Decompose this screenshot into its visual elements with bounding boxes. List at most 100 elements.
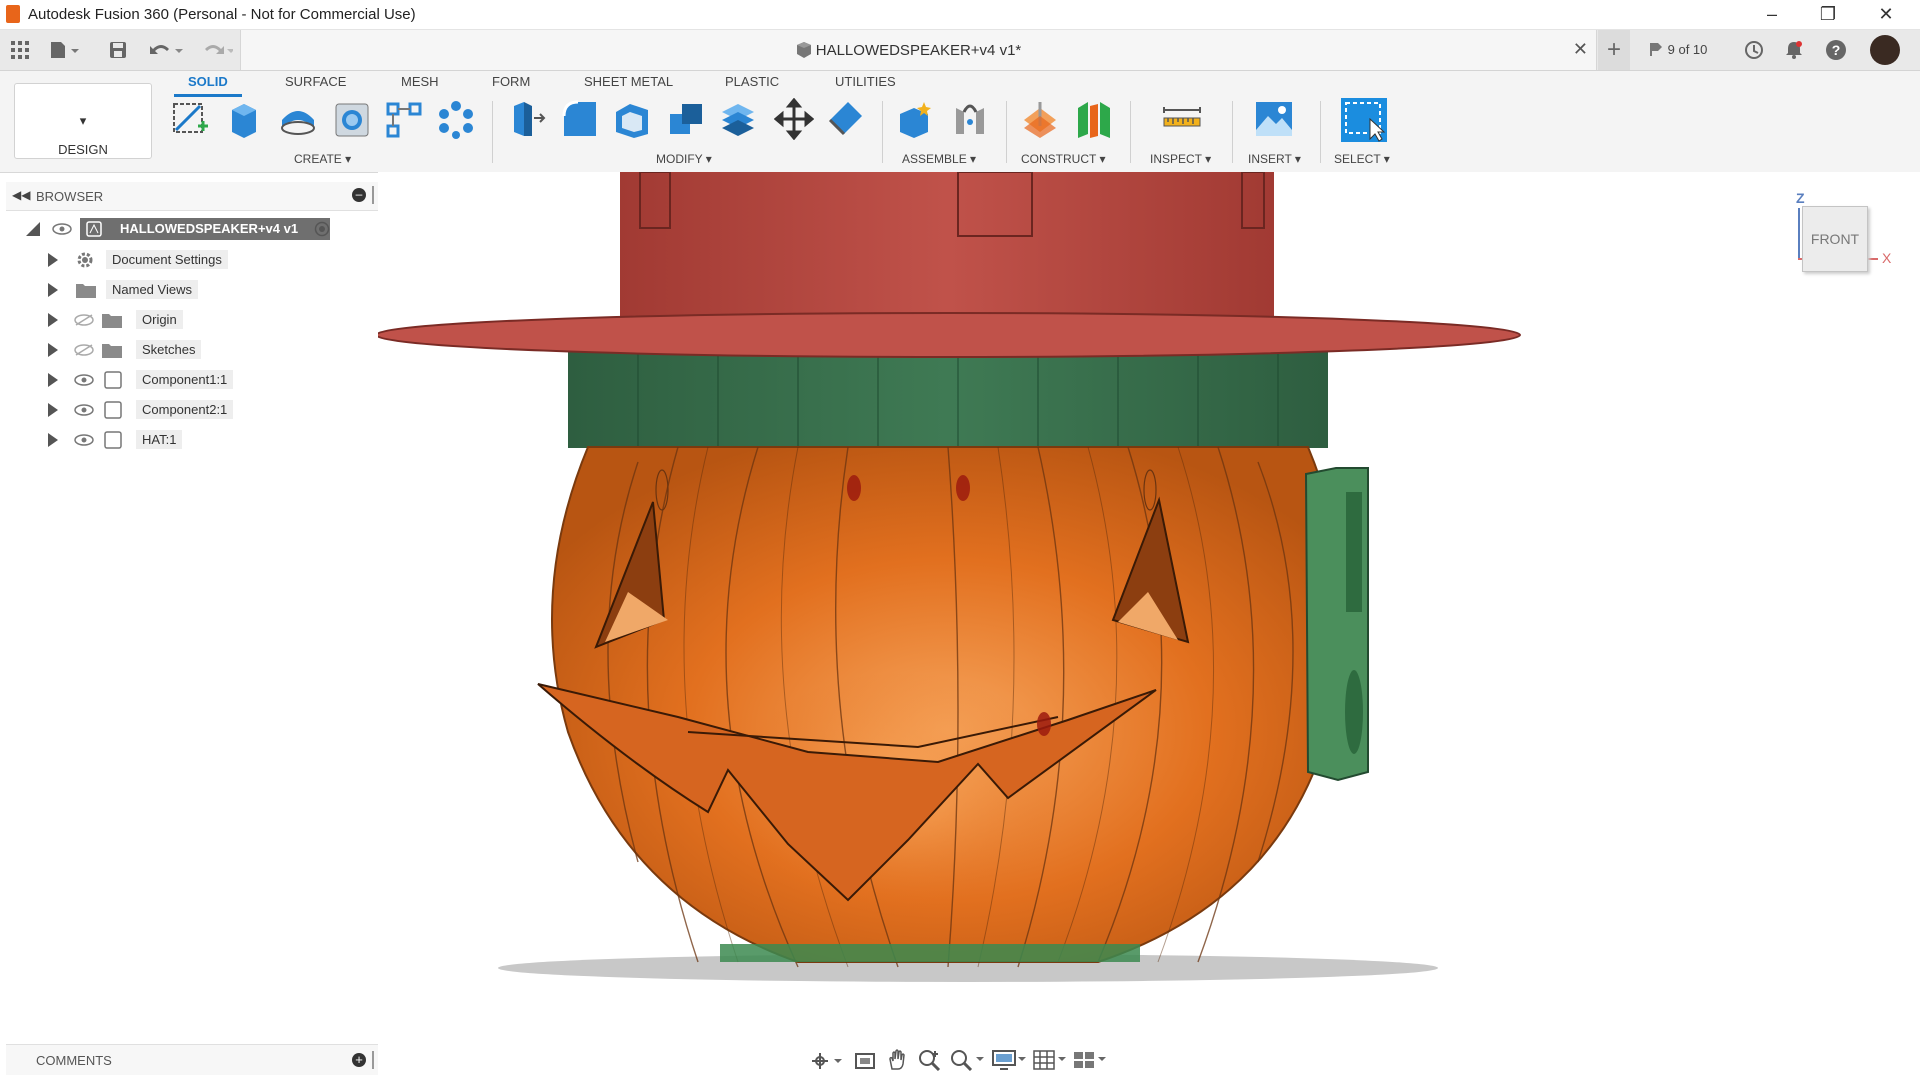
viewcube[interactable]: Z X FRONT bbox=[1796, 190, 1906, 290]
move-icon[interactable] bbox=[774, 98, 814, 140]
combine-icon[interactable] bbox=[666, 98, 706, 140]
panel-grip-icon[interactable] bbox=[372, 186, 376, 204]
expand-triangle-icon[interactable] bbox=[48, 343, 58, 357]
midplane-icon[interactable] bbox=[1074, 98, 1114, 140]
comments-title: COMMENTS bbox=[36, 1053, 112, 1068]
panel-grip-icon[interactable] bbox=[372, 1051, 376, 1069]
help-icon[interactable]: ? bbox=[1822, 30, 1850, 75]
tab-mesh[interactable]: MESH bbox=[401, 74, 439, 89]
viewcube-x-axis: X bbox=[1882, 250, 1892, 266]
browser-root-node[interactable]: HALLOWEDSPEAKER+v4 v1 bbox=[26, 218, 346, 240]
app-grid-icon[interactable] bbox=[6, 30, 34, 73]
circular-pattern-icon[interactable] bbox=[436, 98, 476, 140]
select-window-icon[interactable] bbox=[1340, 97, 1388, 143]
restore-button[interactable]: ❐ bbox=[1800, 0, 1856, 29]
grid-snap-icon[interactable] bbox=[1032, 1049, 1066, 1071]
tab-sheet-metal[interactable]: SHEET METAL bbox=[584, 74, 673, 89]
viewports-icon[interactable] bbox=[1072, 1049, 1106, 1071]
active-tab-indicator bbox=[174, 94, 242, 97]
save-icon[interactable] bbox=[106, 30, 130, 73]
undo-icon[interactable] bbox=[146, 30, 186, 73]
expand-triangle-icon[interactable] bbox=[48, 283, 58, 297]
hidden-eye-icon[interactable] bbox=[74, 314, 94, 326]
tab-form[interactable]: FORM bbox=[492, 74, 530, 89]
expand-triangle-icon[interactable] bbox=[48, 373, 58, 387]
expand-triangle-icon[interactable] bbox=[48, 403, 58, 417]
browser-item-label: Component2:1 bbox=[136, 400, 234, 419]
insert-image-icon[interactable] bbox=[1254, 98, 1294, 140]
design-viewport[interactable]: Z X FRONT bbox=[375, 171, 1920, 1050]
measure-icon[interactable] bbox=[1162, 98, 1202, 140]
joint-icon[interactable] bbox=[950, 98, 990, 140]
tab-solid[interactable]: SOLID bbox=[188, 74, 228, 89]
extrude-icon[interactable] bbox=[224, 98, 264, 140]
document-tab[interactable]: HALLOWEDSPEAKER+v4 v1* ✕ bbox=[240, 30, 1597, 70]
new-tab-icon[interactable]: + bbox=[1598, 30, 1630, 70]
offset-plane-icon[interactable] bbox=[1020, 98, 1060, 140]
pan-hand-icon[interactable] bbox=[886, 1049, 908, 1071]
offset-face-icon[interactable] bbox=[718, 98, 758, 140]
expand-triangle-icon[interactable] bbox=[48, 313, 58, 327]
close-tab-icon[interactable]: ✕ bbox=[1573, 39, 1588, 60]
workspace-switcher[interactable]: DESIGN ▾ bbox=[14, 83, 152, 159]
pumpkin-speaker-model[interactable] bbox=[375, 171, 1920, 1050]
orbit-icon[interactable] bbox=[810, 1051, 844, 1071]
browser-panel-header[interactable]: ◀◀ BROWSER – bbox=[6, 182, 378, 211]
document-tab-bar: HALLOWEDSPEAKER+v4 v1* ✕ + 9 of 10 ? bbox=[0, 30, 1920, 71]
tab-surface[interactable]: SURFACE bbox=[285, 74, 346, 89]
hole-icon[interactable] bbox=[332, 98, 372, 140]
create-sketch-icon[interactable] bbox=[170, 98, 210, 140]
viewcube-front-face[interactable]: FRONT bbox=[1802, 206, 1868, 272]
expand-triangle-icon[interactable] bbox=[48, 433, 58, 447]
expand-triangle-icon[interactable] bbox=[48, 253, 58, 267]
select-group-label[interactable]: SELECT ▾ bbox=[1334, 152, 1390, 166]
insert-group-label[interactable]: INSERT ▾ bbox=[1248, 152, 1301, 166]
root-node-highlight[interactable]: HALLOWEDSPEAKER+v4 v1 bbox=[80, 218, 330, 240]
zoom-icon[interactable] bbox=[918, 1049, 942, 1071]
toolbar-ribbon: DESIGN ▾ SOLID SURFACE MESH FORM SHEET M… bbox=[0, 71, 1920, 173]
revolve-icon[interactable] bbox=[278, 98, 318, 140]
create-group-label[interactable]: CREATE ▾ bbox=[294, 152, 351, 166]
comments-panel[interactable]: COMMENTS + bbox=[6, 1044, 378, 1075]
fit-zoom-icon[interactable] bbox=[950, 1049, 984, 1071]
job-status-icon bbox=[1650, 43, 1662, 56]
browser-options-icon[interactable]: – bbox=[352, 188, 366, 202]
new-component-icon[interactable] bbox=[896, 98, 936, 140]
ribbon-divider bbox=[1006, 101, 1007, 163]
visibility-eye-icon[interactable] bbox=[74, 404, 94, 416]
minimize-button[interactable]: – bbox=[1744, 0, 1800, 29]
redo-icon[interactable] bbox=[196, 30, 236, 73]
split-body-icon[interactable] bbox=[826, 98, 866, 140]
collapse-browser-icon[interactable]: ◀◀ bbox=[12, 188, 30, 202]
construct-group-label[interactable]: CONSTRUCT ▾ bbox=[1021, 152, 1105, 166]
press-pull-icon[interactable] bbox=[506, 98, 546, 140]
fillet-icon[interactable] bbox=[560, 98, 600, 140]
visibility-eye-icon[interactable] bbox=[74, 374, 94, 386]
assemble-group-label[interactable]: ASSEMBLE ▾ bbox=[902, 152, 976, 166]
user-avatar[interactable] bbox=[1870, 35, 1900, 65]
gear-icon bbox=[77, 252, 93, 268]
inspect-group-label[interactable]: INSPECT ▾ bbox=[1150, 152, 1211, 166]
visibility-eye-icon[interactable] bbox=[74, 434, 94, 446]
tab-utilities[interactable]: UTILITIES bbox=[835, 74, 896, 89]
activate-radio-icon[interactable] bbox=[314, 221, 330, 237]
expanded-triangle-icon[interactable] bbox=[26, 222, 40, 236]
add-comment-icon[interactable]: + bbox=[352, 1053, 366, 1067]
modify-group-label[interactable]: MODIFY ▾ bbox=[656, 152, 712, 166]
version-badge[interactable]: 9 of 10 bbox=[1648, 41, 1707, 57]
document-tab-title: HALLOWEDSPEAKER+v4 v1* bbox=[815, 42, 1022, 59]
tab-plastic[interactable]: PLASTIC bbox=[725, 74, 779, 89]
notifications-bell-icon[interactable] bbox=[1780, 30, 1808, 74]
hidden-eye-icon[interactable] bbox=[74, 344, 94, 356]
document-node-icon bbox=[86, 221, 102, 237]
look-at-icon[interactable] bbox=[854, 1050, 876, 1070]
file-menu-icon[interactable] bbox=[46, 30, 82, 73]
shell-icon[interactable] bbox=[612, 98, 652, 140]
folder-icon bbox=[76, 284, 96, 298]
fusion-app-icon bbox=[6, 5, 20, 23]
rectangular-pattern-icon[interactable] bbox=[384, 98, 424, 140]
history-clock-icon[interactable] bbox=[1740, 30, 1768, 74]
visibility-eye-icon[interactable] bbox=[52, 223, 72, 235]
display-settings-icon[interactable] bbox=[992, 1049, 1026, 1071]
close-window-button[interactable]: ✕ bbox=[1858, 0, 1914, 29]
